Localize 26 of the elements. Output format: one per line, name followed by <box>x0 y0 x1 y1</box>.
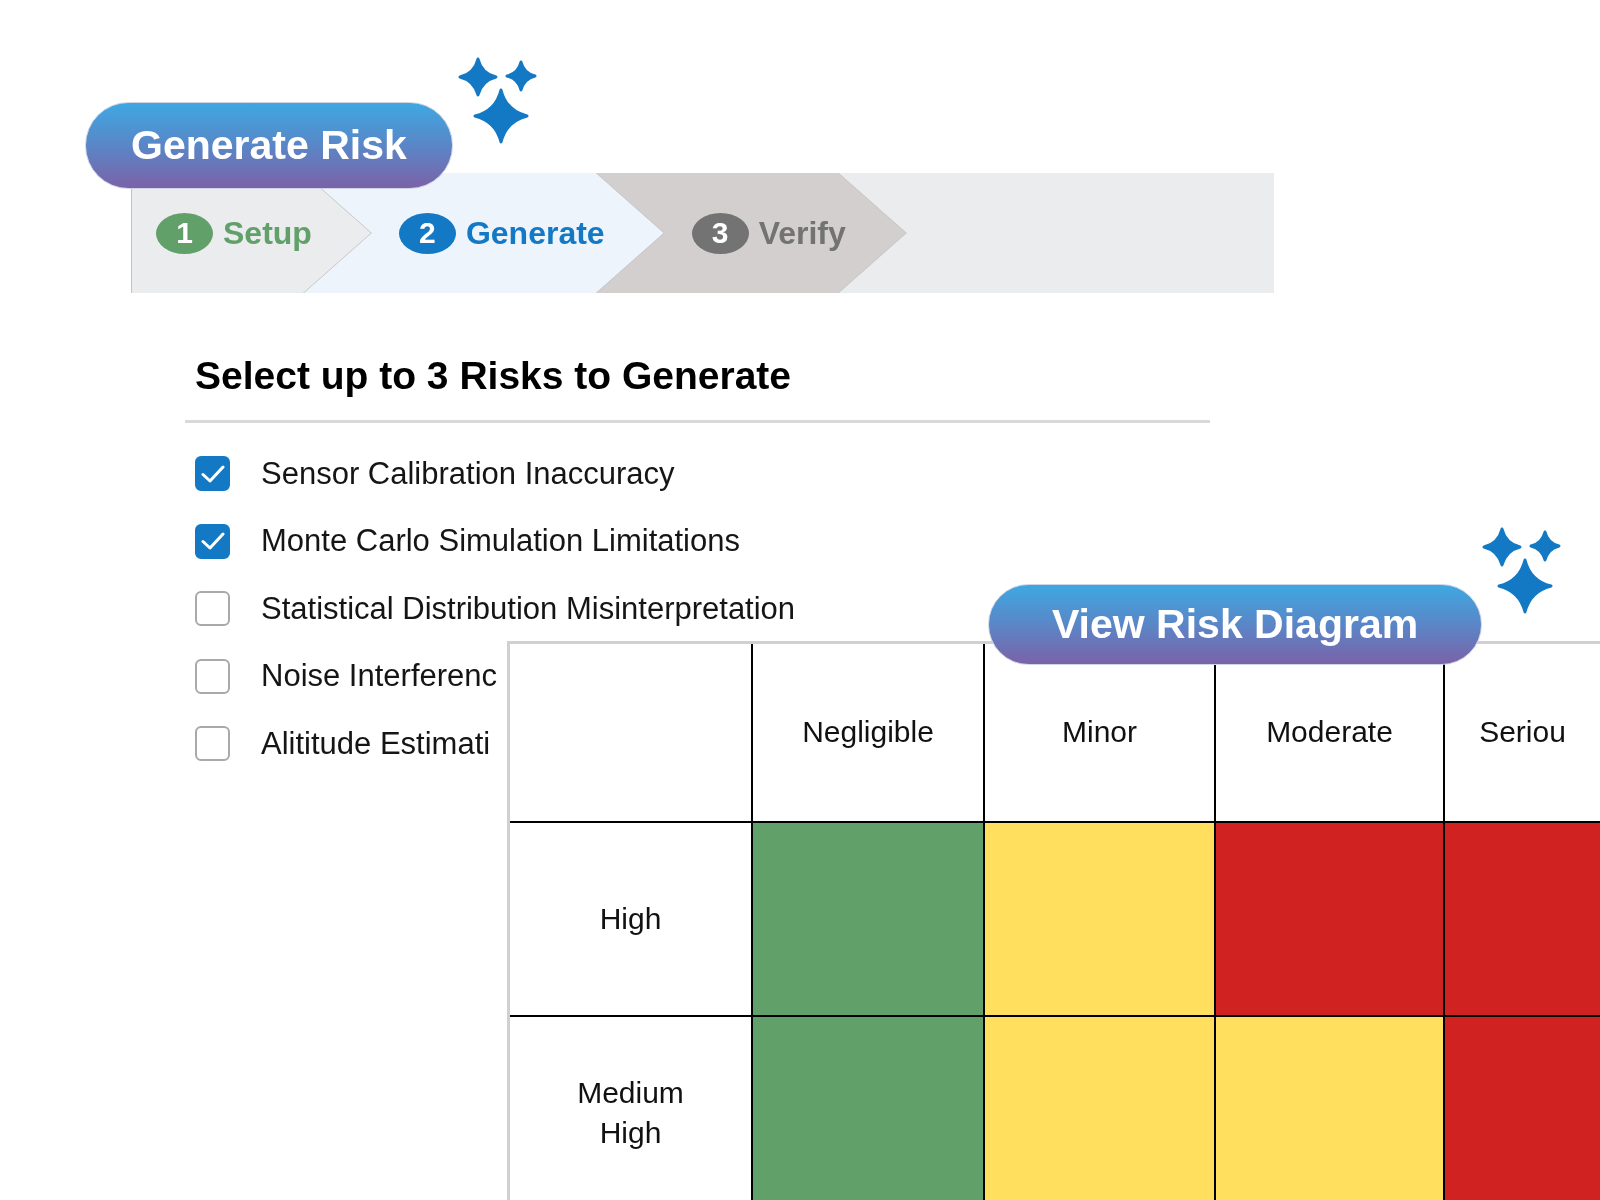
checkbox[interactable] <box>195 726 230 762</box>
sparkle-icon <box>1482 527 1562 614</box>
checkbox-label: Statistical Distribution Misinterpretation <box>261 590 796 627</box>
step-label: Verify <box>758 214 846 252</box>
column-header: Minor <box>1062 714 1137 751</box>
column-header: Seriou <box>1479 714 1566 751</box>
row-label: High <box>599 900 662 937</box>
sparkle-icon <box>457 57 537 144</box>
view-risk-diagram-button[interactable]: View Risk Diagram <box>988 584 1483 665</box>
section-heading: Select up to 3 Risks to Generate <box>195 353 792 399</box>
checkbox-label: Sensor Calibration Inaccuracy <box>261 455 675 492</box>
row-label: Medium High <box>576 1074 685 1151</box>
checkbox[interactable] <box>195 658 230 694</box>
step-label: Generate <box>465 214 605 252</box>
column-header: Moderate <box>1266 714 1393 751</box>
checkbox[interactable] <box>195 591 230 627</box>
step-label: Setup <box>223 214 312 252</box>
checkmark-icon <box>200 464 225 483</box>
checkmark-icon <box>200 532 225 551</box>
checkbox[interactable] <box>195 456 230 492</box>
checkbox-label: Noise Interferenc <box>261 658 498 695</box>
generate-risk-button[interactable]: Generate Risk <box>85 102 453 189</box>
checkbox-label: Alititude Estimati <box>261 725 491 762</box>
checkbox-label: Monte Carlo Simulation Limitations <box>261 523 740 560</box>
column-header: Negligible <box>802 714 934 751</box>
checkbox[interactable] <box>195 523 230 559</box>
